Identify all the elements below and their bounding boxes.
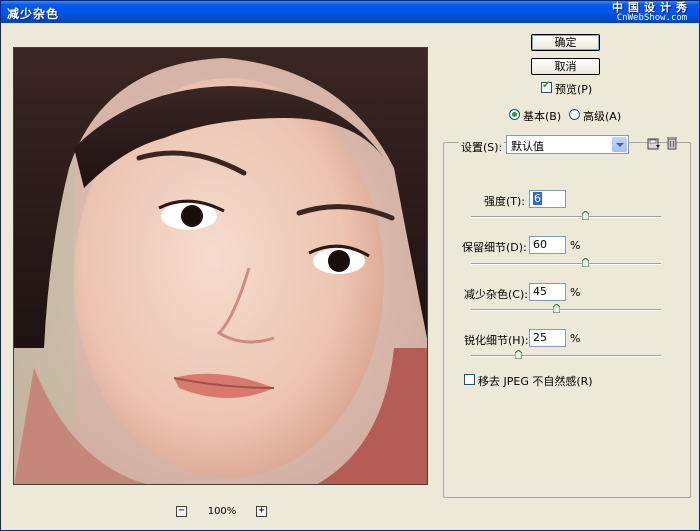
settings-value: 默认值 bbox=[511, 140, 544, 153]
basic-mode-radio[interactable] bbox=[509, 109, 520, 120]
preview-label: 预览(P) bbox=[555, 83, 593, 96]
settings-dropdown[interactable]: 默认值 bbox=[506, 135, 629, 154]
remove-jpeg-artifact-label: 移去 JPEG 不自然感(R) bbox=[478, 375, 593, 388]
reduce-color-noise-unit: % bbox=[570, 286, 581, 299]
strength-slider[interactable] bbox=[471, 211, 661, 222]
watermark: 中国设计秀 CnWebShow.com bbox=[609, 2, 695, 24]
reduce-color-noise-slider[interactable] bbox=[471, 304, 661, 315]
sharpen-details-label: 锐化细节(H): bbox=[464, 334, 529, 347]
zoom-out-icon[interactable]: − bbox=[176, 506, 187, 517]
preserve-details-label: 保留细节(D): bbox=[462, 241, 527, 254]
chevron-down-icon[interactable] bbox=[612, 137, 627, 152]
sharpen-details-input[interactable]: 25 bbox=[529, 329, 566, 347]
reduce-color-noise-slider-thumb[interactable] bbox=[553, 304, 560, 313]
preview-image[interactable] bbox=[13, 47, 428, 485]
advanced-mode-radio[interactable] bbox=[569, 109, 580, 120]
delete-settings-icon[interactable] bbox=[665, 136, 679, 150]
cancel-button[interactable]: 取消 bbox=[531, 58, 600, 75]
portrait-photo bbox=[14, 48, 427, 484]
title-bar[interactable]: 减少杂色 中国设计秀 CnWebShow.com bbox=[1, 1, 699, 23]
preview-checkbox[interactable] bbox=[541, 80, 552, 93]
preserve-details-slider-thumb[interactable] bbox=[582, 258, 589, 267]
strength-label: 强度(T): bbox=[484, 195, 526, 208]
settings-label: 设置(S): bbox=[459, 139, 505, 155]
advanced-mode-label: 高级(A) bbox=[583, 110, 622, 123]
window-title: 减少杂色 bbox=[7, 7, 60, 21]
remove-jpeg-artifact-checkbox[interactable] bbox=[464, 374, 475, 385]
zoom-controls: − 100% + bbox=[176, 505, 271, 521]
strength-value: 6 bbox=[533, 192, 542, 205]
save-settings-icon[interactable] bbox=[647, 137, 661, 151]
reduce-color-noise-label: 减少杂色(C): bbox=[464, 288, 528, 301]
strength-slider-thumb[interactable] bbox=[582, 211, 589, 220]
basic-mode-label: 基本(B) bbox=[523, 110, 562, 123]
ok-button[interactable]: 确定 bbox=[531, 34, 600, 51]
preserve-details-unit: % bbox=[570, 239, 581, 252]
zoom-level: 100% bbox=[207, 506, 237, 517]
reduce-color-noise-input[interactable]: 45 bbox=[529, 283, 566, 301]
sharpen-details-unit: % bbox=[570, 332, 581, 345]
strength-input[interactable]: 6 bbox=[529, 190, 566, 208]
sharpen-details-slider-thumb[interactable] bbox=[515, 350, 522, 359]
reduce-noise-dialog: 减少杂色 中国设计秀 CnWebShow.com − 100% + 确定 取消 … bbox=[0, 0, 700, 531]
preserve-details-input[interactable]: 60 bbox=[529, 236, 566, 254]
settings-group bbox=[443, 142, 691, 498]
preserve-details-slider[interactable] bbox=[471, 258, 661, 269]
zoom-in-icon[interactable]: + bbox=[256, 506, 267, 517]
sharpen-details-slider[interactable] bbox=[471, 350, 661, 361]
watermark-text-en: CnWebShow.com bbox=[616, 13, 688, 23]
